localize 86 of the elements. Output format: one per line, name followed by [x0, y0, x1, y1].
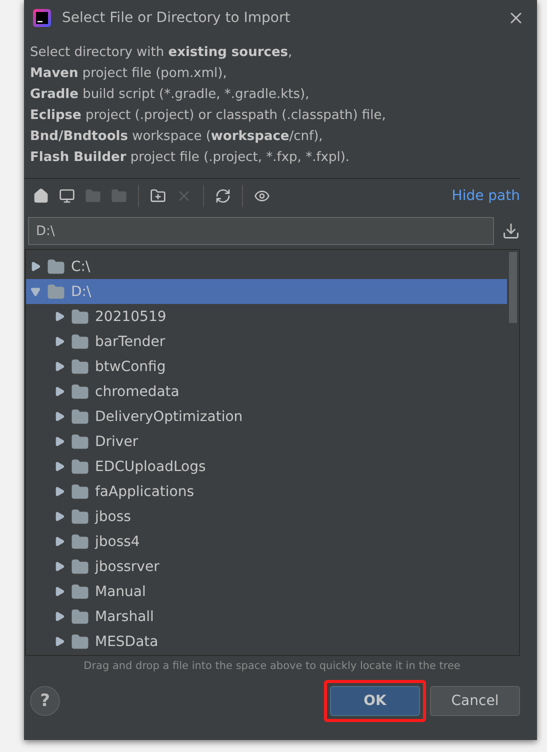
folder-name: faApplications — [95, 484, 194, 500]
folder-name: jboss4 — [95, 534, 140, 550]
expand-arrow-icon[interactable] — [54, 461, 65, 472]
help-button[interactable]: ? — [30, 686, 60, 716]
folder-icon — [71, 608, 89, 626]
folder-name: DeliveryOptimization — [95, 408, 243, 424]
folder-icon — [71, 558, 89, 576]
folder-name: C:\ — [71, 258, 90, 274]
tree-row[interactable]: MESData — [26, 629, 507, 654]
description-text: Select directory with existing sources, — [30, 44, 294, 61]
tree-row[interactable]: Manual — [26, 579, 507, 604]
folder-icon — [47, 282, 65, 300]
refresh-icon — [215, 188, 231, 204]
description-text: Maven project file (pom.xml), — [30, 65, 228, 82]
download-icon — [502, 222, 520, 240]
folder-icon — [71, 458, 89, 476]
folder-name: jboss — [95, 508, 131, 524]
home-icon — [33, 188, 49, 204]
expand-arrow-icon[interactable] — [54, 586, 65, 597]
expand-arrow-icon[interactable] — [54, 611, 65, 622]
tree-row[interactable]: chromedata — [26, 379, 507, 404]
expand-arrow-icon[interactable] — [54, 436, 65, 447]
folder-icon — [71, 482, 89, 500]
tree-row[interactable]: Marshall — [26, 604, 507, 629]
folder-plus-icon — [150, 188, 166, 204]
expand-arrow-icon[interactable] — [30, 261, 41, 272]
expand-arrow-icon[interactable] — [54, 311, 65, 322]
path-field[interactable]: D:\ — [28, 217, 494, 245]
description-text: Eclipse project (.project) or classpath (.classpath) file, — [30, 107, 387, 124]
description-text: Gradle build script (*.gradle, *.gradle.kts), — [30, 86, 310, 103]
folder-icon — [71, 508, 89, 526]
folder-icon — [47, 258, 65, 276]
folder-icon — [71, 432, 89, 450]
tree-row[interactable]: jboss — [26, 504, 507, 529]
folder-icon — [71, 582, 89, 600]
tree-row[interactable]: jboss4 — [26, 529, 507, 554]
expand-arrow-icon[interactable] — [54, 361, 65, 372]
folder-name: jbossrver — [95, 558, 160, 574]
folder-icon — [71, 532, 89, 550]
folder-name: btwConfig — [95, 358, 166, 374]
folder-icon — [71, 408, 89, 426]
hint-text: Drag and drop a file into the space above to quickly locate it in the tree — [82, 660, 462, 672]
tree-row[interactable]: barTender — [26, 329, 507, 354]
expand-arrow-icon[interactable] — [54, 411, 65, 422]
folder-icon — [71, 632, 89, 650]
folder-icon — [71, 382, 89, 400]
window-title: Select File or Directory to Import — [62, 10, 292, 26]
expand-arrow-icon[interactable] — [54, 636, 65, 647]
folder-icon — [71, 308, 89, 326]
expand-arrow-icon[interactable] — [54, 336, 65, 347]
dialog-button[interactable]: Cancel — [430, 686, 520, 716]
tree-row[interactable]: Driver — [26, 429, 507, 454]
folder-name: MESData — [95, 634, 158, 650]
tree-row[interactable]: C:\ — [26, 254, 507, 279]
folder-icon — [71, 332, 89, 350]
folder-name: EDCUploadLogs — [95, 458, 206, 474]
eye-icon — [254, 188, 270, 204]
tree-row[interactable]: 20210519 — [26, 304, 507, 329]
expand-arrow-icon[interactable] — [30, 286, 41, 297]
tree-row[interactable]: EDCUploadLogs — [26, 454, 507, 479]
app-logo-icon — [32, 8, 52, 28]
tree-row[interactable]: faApplications — [26, 479, 507, 504]
folder-icon — [111, 188, 127, 204]
tree-row[interactable]: DeliveryOptimization — [26, 404, 507, 429]
folder-name: D:\ — [71, 284, 92, 300]
dialog-button[interactable]: OK — [330, 686, 420, 716]
folder-name: Driver — [95, 434, 138, 450]
hide-path-link[interactable]: Hide path — [452, 188, 520, 204]
folder-name: 20210519 — [95, 308, 166, 324]
expand-arrow-icon[interactable] — [54, 511, 65, 522]
expand-arrow-icon[interactable] — [54, 386, 65, 397]
folder-name: Manual — [95, 584, 146, 600]
folder-name: barTender — [95, 334, 166, 350]
folder-name: Marshall — [95, 608, 154, 624]
folder-icon — [71, 358, 89, 376]
expand-arrow-icon[interactable] — [54, 536, 65, 547]
tree-row[interactable]: btwConfig — [26, 354, 507, 379]
monitor-icon — [59, 188, 75, 204]
expand-arrow-icon[interactable] — [54, 561, 65, 572]
description-text: Flash Builder project file (.project, *.fxp, *.fxpl). — [30, 149, 351, 166]
description-text: Bnd/Bndtools workspace (workspace/cnf), — [30, 128, 324, 145]
folder-icon — [85, 188, 101, 204]
tree-row[interactable]: jbossrver — [26, 554, 507, 579]
download-button[interactable] — [502, 222, 520, 240]
folder-name: chromedata — [95, 384, 180, 400]
expand-arrow-icon[interactable] — [54, 486, 65, 497]
